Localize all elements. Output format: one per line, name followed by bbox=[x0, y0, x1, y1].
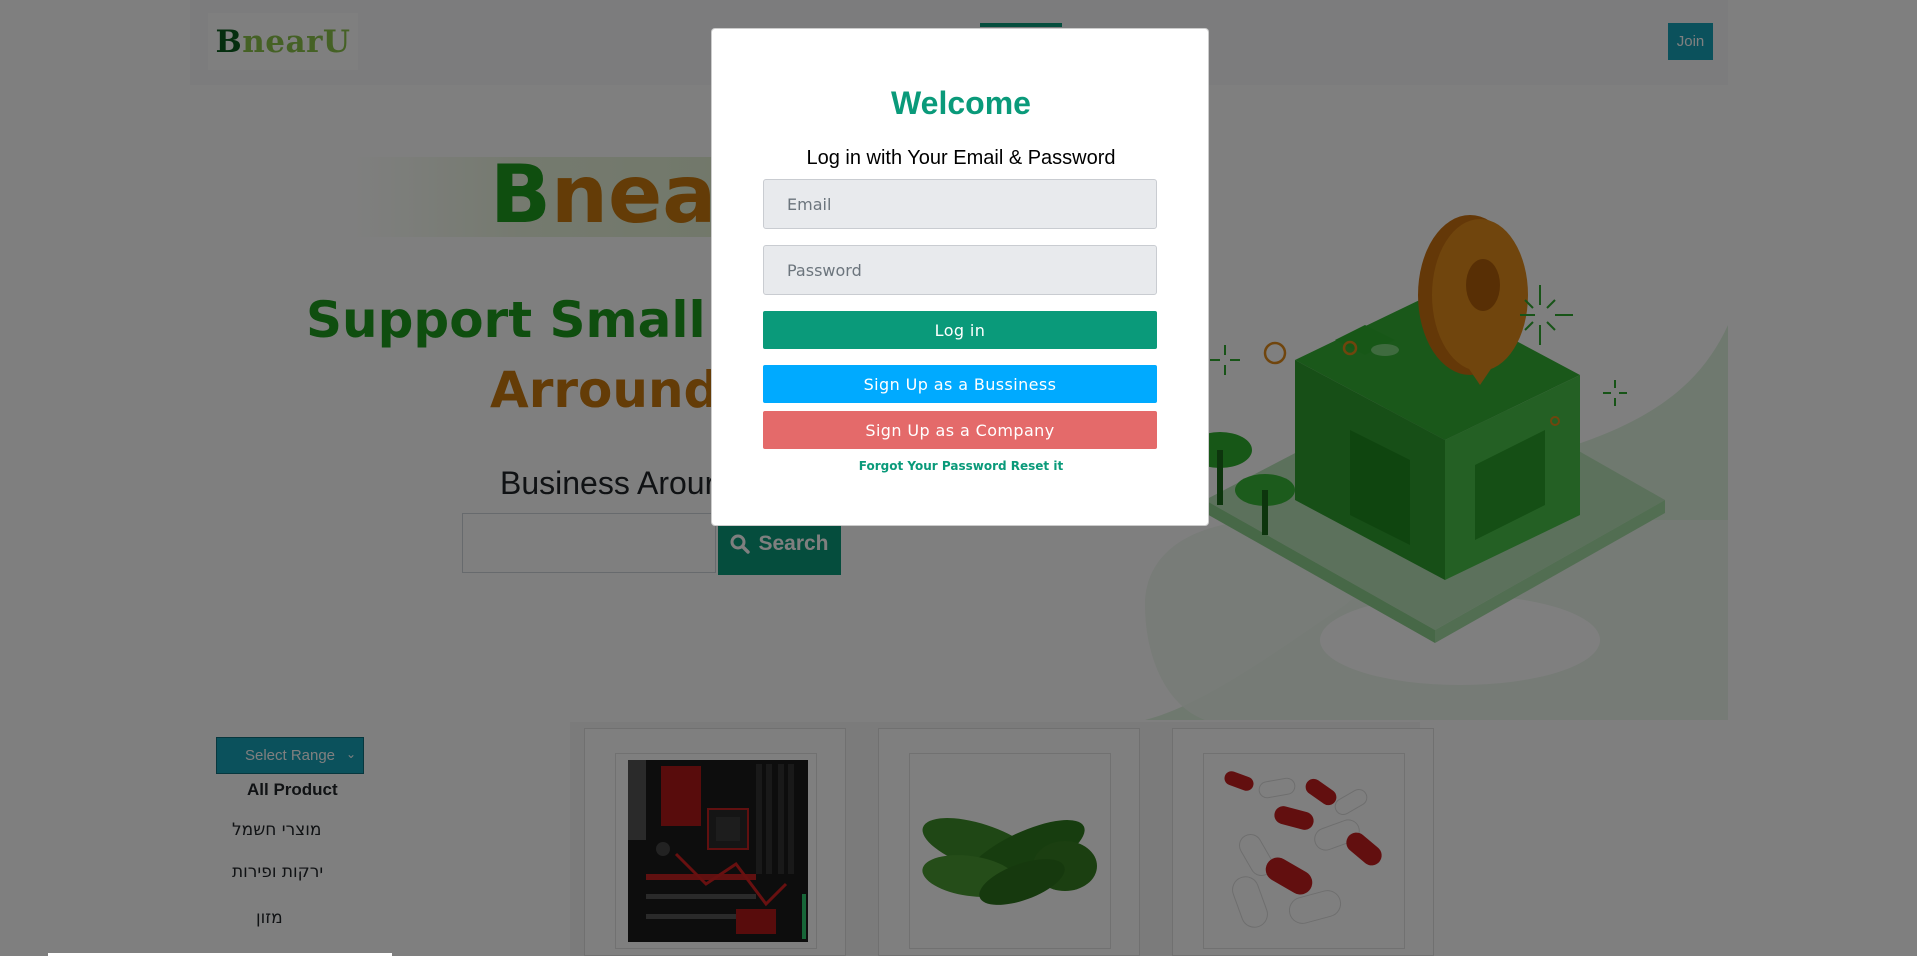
forgot-password-link[interactable]: Forgot Your Password Reset it bbox=[712, 459, 1210, 473]
modal-subtitle: Log in with Your Email & Password bbox=[806, 147, 1116, 169]
signup-business-button[interactable]: Sign Up as a Bussiness bbox=[763, 365, 1157, 403]
modal-title: Welcome bbox=[891, 85, 1031, 121]
email-field[interactable] bbox=[763, 179, 1157, 229]
login-modal: Welcome Log in with Your Email & Passwor… bbox=[711, 28, 1209, 526]
login-button[interactable]: Log in bbox=[763, 311, 1157, 349]
password-field[interactable] bbox=[763, 245, 1157, 295]
signup-company-button[interactable]: Sign Up as a Company bbox=[763, 411, 1157, 449]
